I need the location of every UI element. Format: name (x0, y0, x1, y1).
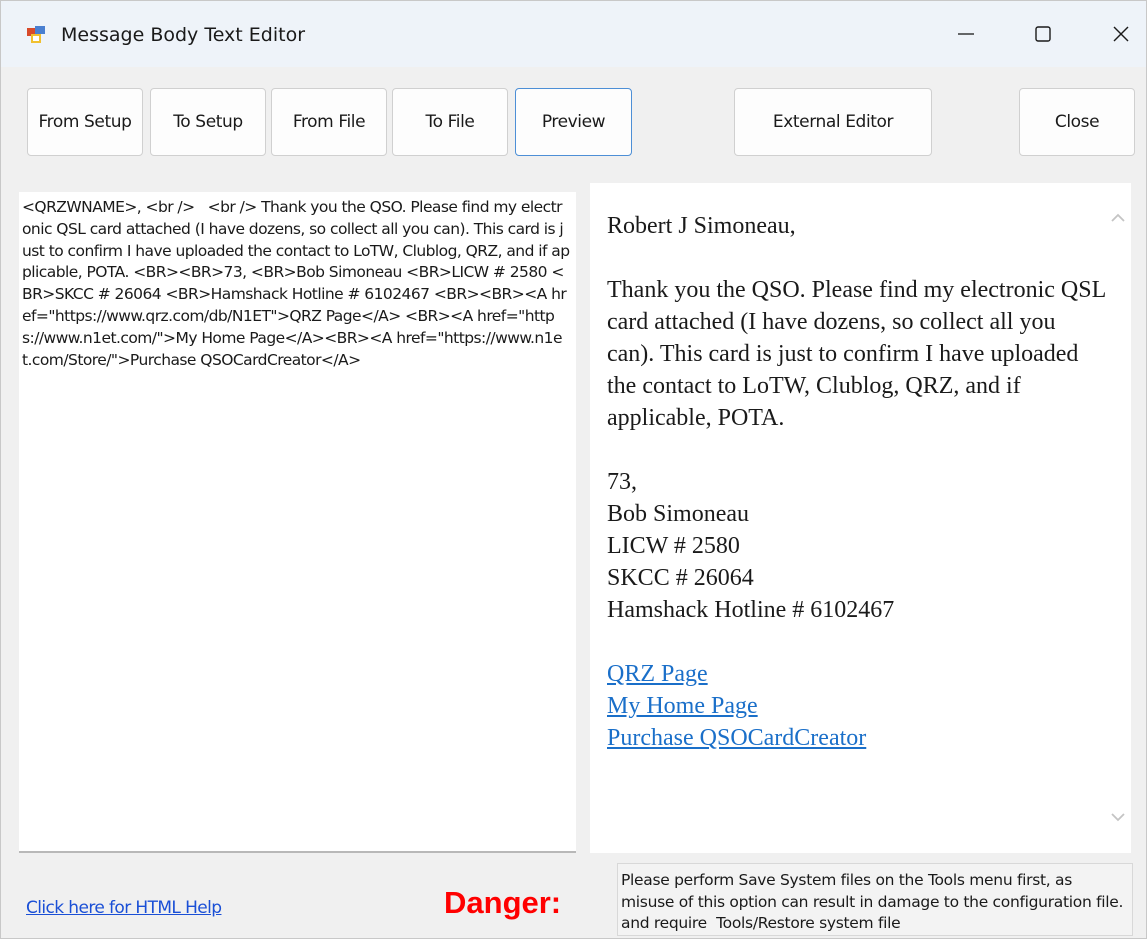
maximize-icon (1035, 26, 1051, 42)
maximize-button[interactable] (1013, 1, 1073, 67)
from-setup-button[interactable]: From Setup (27, 88, 143, 156)
signature-line: Bob Simoneau (607, 501, 749, 527)
preview-scrollbar[interactable] (1104, 183, 1131, 853)
html-source-text: <QRZWNAME>, <br /> <br /> Thank you the … (22, 198, 570, 369)
window-title: Message Body Text Editor (61, 24, 306, 46)
signature-line: 73, (607, 469, 637, 495)
preview-content: Robert J Simoneau, Thank you the QSO. Pl… (607, 210, 1107, 754)
close-window-button[interactable] (1091, 1, 1147, 67)
home-page-link[interactable]: My Home Page (607, 690, 1107, 722)
minimize-icon (958, 33, 974, 35)
signature-line: SKCC # 26064 (607, 565, 754, 591)
signature-line: LICW # 2580 (607, 533, 740, 559)
preview-links: QRZ Page My Home Page Purchase QSOCardCr… (607, 658, 1107, 754)
close-button[interactable]: Close (1019, 88, 1135, 156)
minimize-button[interactable] (936, 1, 996, 67)
close-icon (1113, 26, 1129, 42)
to-setup-button[interactable]: To Setup (150, 88, 266, 156)
html-preview-pane[interactable]: Robert J Simoneau, Thank you the QSO. Pl… (590, 183, 1131, 853)
html-source-editor[interactable]: <QRZWNAME>, <br /> <br /> Thank you the … (19, 192, 576, 853)
purchase-link[interactable]: Purchase QSOCardCreator (607, 722, 1107, 754)
html-help-link[interactable]: Click here for HTML Help (26, 898, 222, 918)
signature-line: Hamshack Hotline # 6102467 (607, 597, 895, 623)
to-file-button[interactable]: To File (392, 88, 508, 156)
chevron-down-icon[interactable] (1110, 811, 1126, 823)
title-bar[interactable]: Message Body Text Editor (1, 1, 1146, 67)
danger-label: Danger: (444, 885, 562, 920)
editor-window: Message Body Text Editor From Setup To S… (0, 0, 1147, 939)
external-editor-button[interactable]: External Editor (734, 88, 932, 156)
preview-body-text: Thank you the QSO. Please find my electr… (607, 277, 1106, 431)
preview-signature: 73, Bob Simoneau LICW # 2580 SKCC # 2606… (607, 466, 1107, 626)
warning-text: Please perform Save System files on the … (621, 871, 1128, 932)
from-file-button[interactable]: From File (271, 88, 387, 156)
app-icon (26, 25, 46, 45)
preview-greeting: Robert J Simoneau, (607, 213, 796, 239)
warning-box: Please perform Save System files on the … (617, 863, 1133, 936)
qrz-page-link[interactable]: QRZ Page (607, 658, 1107, 690)
chevron-up-icon[interactable] (1110, 212, 1126, 224)
preview-button[interactable]: Preview (515, 88, 632, 156)
